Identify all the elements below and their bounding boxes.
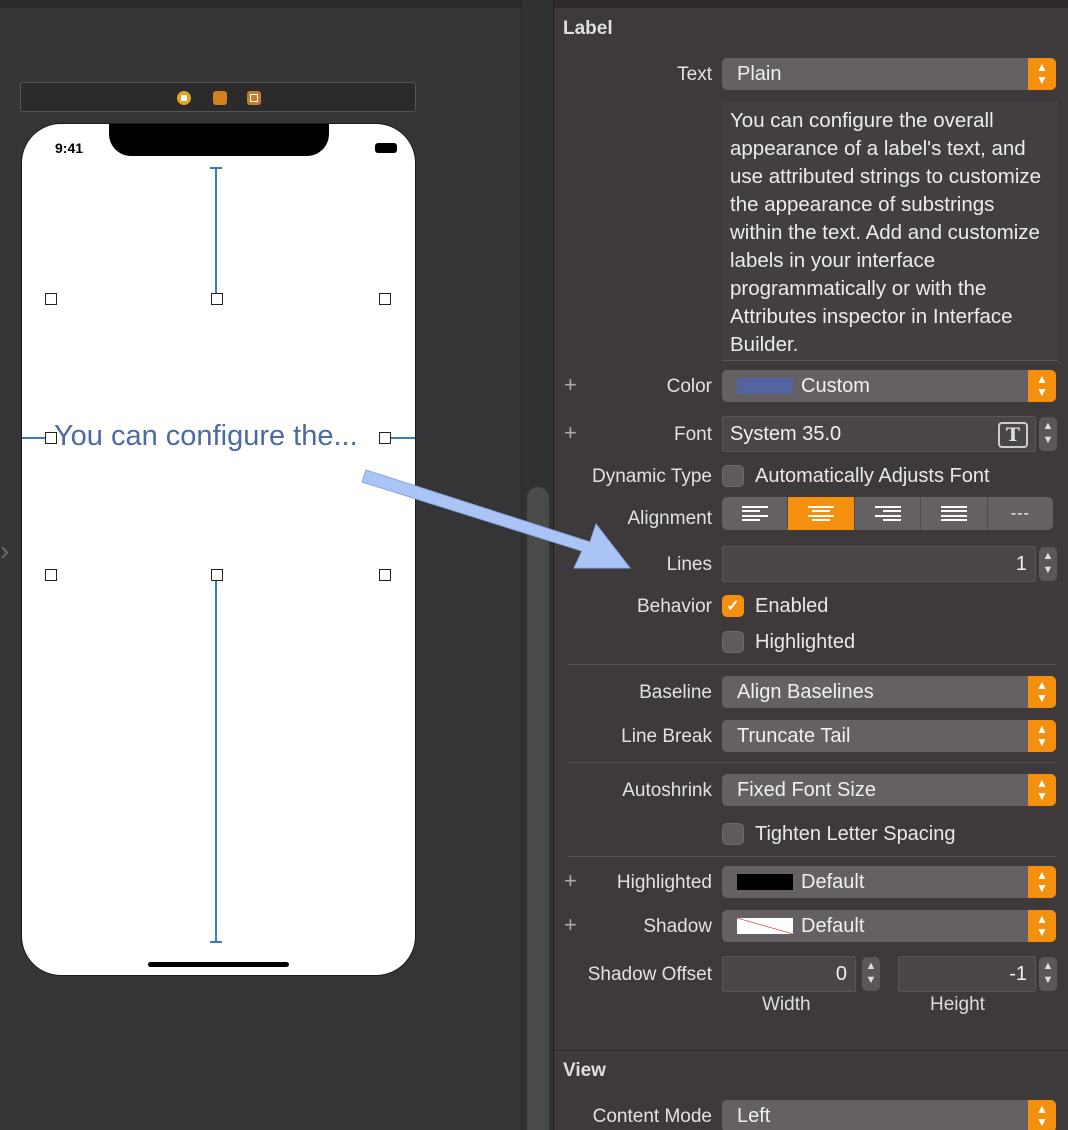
annotation-arrow: [361, 469, 632, 569]
annotation-arrow-shape: [361, 469, 632, 569]
